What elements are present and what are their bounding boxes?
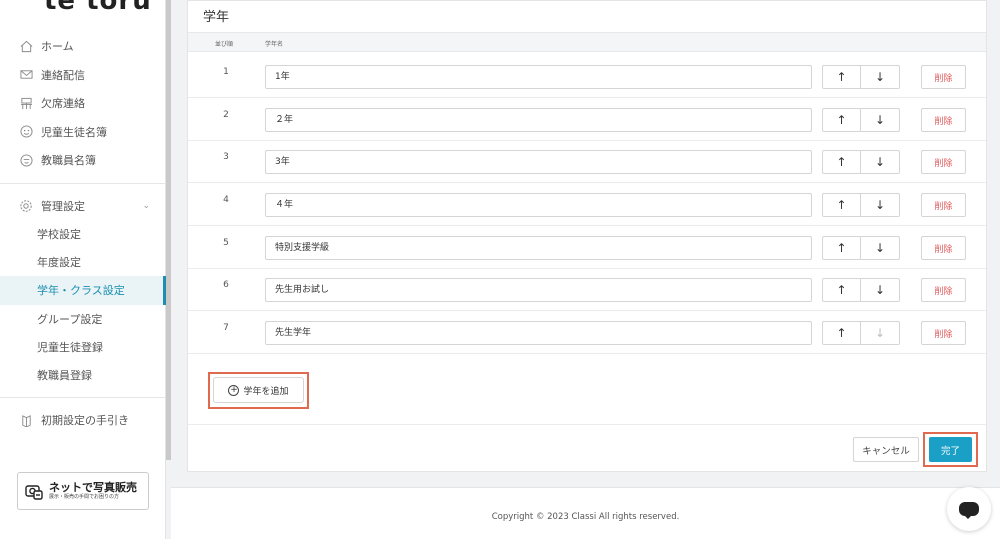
camera-icon xyxy=(25,485,43,500)
grade-settings-card: 学年 並び順 学年名 1 1年 ↑ ↓ 削除 2 ２年 ↑ ↓ 削除 3 3年 … xyxy=(187,0,987,472)
move-up-button[interactable]: ↑ xyxy=(822,321,861,345)
banner-title: ネットで写真販売 xyxy=(49,481,137,494)
sidebar-item-admin[interactable]: 管理設定 ⌄ xyxy=(0,192,166,221)
grade-name-input[interactable]: ４年 xyxy=(265,193,812,217)
move-down-button: ↓ xyxy=(861,321,900,345)
add-grade-button[interactable]: + 学年を追加 xyxy=(213,377,304,403)
chevron-down-icon: ⌄ xyxy=(142,200,150,211)
photo-sales-banner[interactable]: ネットで写真販売 展示・販売の手間でお困りの方 xyxy=(17,472,149,510)
sidebar-item-label: 連絡配信 xyxy=(41,68,85,82)
sidebar-item-home[interactable]: ホーム xyxy=(0,32,166,61)
sidebar-item-label: 児童生徒名簿 xyxy=(41,125,107,139)
move-down-button[interactable]: ↓ xyxy=(861,150,900,174)
copyright-text: Copyright © 2023 Classi All rights reser… xyxy=(491,512,680,522)
move-up-button[interactable]: ↑ xyxy=(822,278,861,302)
grade-name-input[interactable]: 3年 xyxy=(265,150,812,174)
table-row: 6 先生用お試し ↑ ↓ 削除 xyxy=(188,268,986,311)
delete-button[interactable]: 削除 xyxy=(921,65,966,89)
app-logo[interactable]: te toru xyxy=(44,0,152,16)
sidebar-item-student-registration[interactable]: 児童生徒登録 xyxy=(0,333,166,361)
move-down-button[interactable]: ↓ xyxy=(861,236,900,260)
move-up-button[interactable]: ↑ xyxy=(822,193,861,217)
move-up-button[interactable]: ↑ xyxy=(822,236,861,260)
table-row: 1 1年 ↑ ↓ 削除 xyxy=(188,55,986,98)
table-row: 2 ２年 ↑ ↓ 削除 xyxy=(188,98,986,141)
grade-name-input[interactable]: 先生学年 xyxy=(265,321,812,345)
row-order: 6 xyxy=(223,280,229,290)
column-header-name: 学年名 xyxy=(265,41,284,48)
row-order: 1 xyxy=(223,67,229,77)
row-order: 3 xyxy=(223,152,229,162)
sidebar-scrollbar[interactable] xyxy=(166,0,171,460)
page-footer: Copyright © 2023 Classi All rights reser… xyxy=(171,487,1000,539)
sidebar-item-label: 初期設定の手引き xyxy=(41,414,129,428)
student-icon xyxy=(19,125,33,139)
sidebar-item-label: 管理設定 xyxy=(41,199,85,213)
move-down-button[interactable]: ↓ xyxy=(861,108,900,132)
chat-button[interactable] xyxy=(947,487,991,531)
home-icon xyxy=(19,39,33,53)
mail-icon xyxy=(19,68,33,82)
delete-button[interactable]: 削除 xyxy=(921,193,966,217)
desk-icon xyxy=(19,96,33,110)
sidebar-nav: ホーム 連絡配信 欠席連絡 児童生徒名簿 教職員名簿 管理設定 ⌄ 学校設定 年… xyxy=(0,32,166,435)
table-row: 5 特別支援学級 ↑ ↓ 削除 xyxy=(188,226,986,269)
sidebar-item-absence[interactable]: 欠席連絡 xyxy=(0,89,166,118)
row-order: 4 xyxy=(223,195,229,205)
gear-icon xyxy=(19,199,33,213)
book-icon xyxy=(19,413,33,427)
sidebar-item-students[interactable]: 児童生徒名簿 xyxy=(0,118,166,147)
done-button[interactable]: 完了 xyxy=(929,437,972,462)
sidebar-item-teachers[interactable]: 教職員名簿 xyxy=(0,146,166,175)
banner-subtitle: 展示・販売の手間でお困りの方 xyxy=(49,494,120,500)
column-header-order: 並び順 xyxy=(215,41,234,48)
sidebar-item-label: 欠席連絡 xyxy=(41,97,85,111)
row-order: 7 xyxy=(223,323,229,333)
sidebar-item-grade-class-settings[interactable]: 学年・クラス設定 xyxy=(0,276,166,305)
grade-name-input[interactable]: 1年 xyxy=(265,65,812,89)
chat-bubble-icon xyxy=(959,502,979,519)
table-row: 7 先生学年 ↑ ↓ 削除 xyxy=(188,311,986,354)
grade-name-input[interactable]: 特別支援学級 xyxy=(265,236,812,260)
move-down-button[interactable]: ↓ xyxy=(861,65,900,89)
delete-button[interactable]: 削除 xyxy=(921,236,966,260)
sidebar-item-guide[interactable]: 初期設定の手引き xyxy=(0,406,166,435)
sidebar-item-teacher-registration[interactable]: 教職員登録 xyxy=(0,361,166,389)
grade-name-input[interactable]: ２年 xyxy=(265,108,812,132)
divider xyxy=(188,424,986,425)
table-row: 4 ４年 ↑ ↓ 削除 xyxy=(188,183,986,226)
move-up-button[interactable]: ↑ xyxy=(822,65,861,89)
sidebar-item-year-settings[interactable]: 年度設定 xyxy=(0,248,166,276)
page-title: 学年 xyxy=(203,10,230,25)
divider xyxy=(0,182,166,184)
sidebar-item-label: ホーム xyxy=(41,40,74,54)
sidebar-item-label: 教職員名簿 xyxy=(41,154,96,168)
add-grade-label: 学年を追加 xyxy=(243,386,289,397)
delete-button[interactable]: 削除 xyxy=(921,278,966,302)
sidebar-item-mail[interactable]: 連絡配信 xyxy=(0,61,166,90)
teacher-icon xyxy=(19,153,33,167)
move-down-button[interactable]: ↓ xyxy=(861,193,900,217)
row-order: 2 xyxy=(223,110,229,120)
delete-button[interactable]: 削除 xyxy=(921,321,966,345)
sidebar-item-school-settings[interactable]: 学校設定 xyxy=(0,220,166,248)
table-header: 並び順 学年名 xyxy=(188,32,986,52)
row-order: 5 xyxy=(223,238,229,248)
move-down-button[interactable]: ↓ xyxy=(861,278,900,302)
add-circle-icon: + xyxy=(228,384,240,396)
sidebar-item-group-settings[interactable]: グループ設定 xyxy=(0,305,166,333)
table-row: 3 3年 ↑ ↓ 削除 xyxy=(188,140,986,183)
delete-button[interactable]: 削除 xyxy=(921,108,966,132)
grade-name-input[interactable]: 先生用お試し xyxy=(265,278,812,302)
move-up-button[interactable]: ↑ xyxy=(822,150,861,174)
move-up-button[interactable]: ↑ xyxy=(822,108,861,132)
delete-button[interactable]: 削除 xyxy=(921,150,966,174)
divider xyxy=(0,397,166,399)
sidebar: te toru ホーム 連絡配信 欠席連絡 児童生徒名簿 教職員名簿 管理設定 … xyxy=(0,0,166,539)
cancel-button[interactable]: キャンセル xyxy=(853,437,919,462)
